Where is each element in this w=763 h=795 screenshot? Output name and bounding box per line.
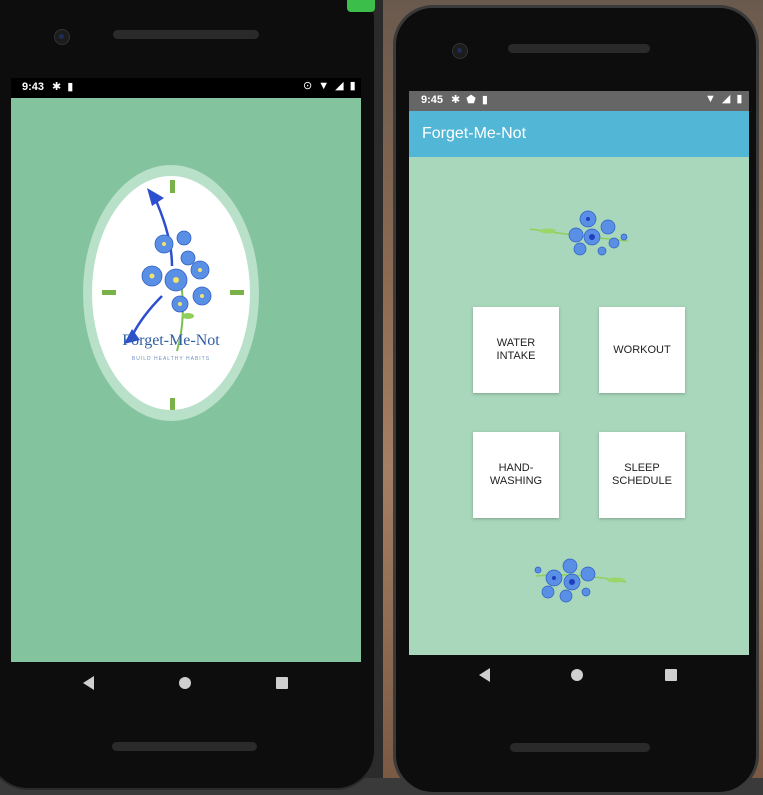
bottom-speaker (112, 742, 257, 751)
status-bar-left: 9:45 ✱ ⬟ ▮ (421, 94, 488, 106)
bottom-speaker (510, 743, 650, 752)
status-time: 9:43 (22, 81, 45, 93)
signal-icon: ◢ (721, 93, 731, 105)
water-intake-button[interactable]: WATER INTAKE (473, 307, 559, 393)
home-icon[interactable] (571, 669, 584, 681)
logo-title: Forget-Me-Not (122, 332, 220, 349)
recent-apps-icon[interactable] (275, 677, 288, 689)
clock-flower-icon (102, 180, 244, 410)
battery-icon: ▮ (349, 80, 356, 92)
recent-apps-icon[interactable] (665, 669, 678, 681)
sd-card-icon: ▮ (67, 80, 74, 93)
logo-subtitle: BUILD HEALTHY HABITS (131, 356, 211, 362)
emulator-indicator (347, 0, 375, 12)
nav-bar (438, 665, 718, 685)
hand-washing-button[interactable]: HAND-WASHING (473, 432, 559, 518)
home-icon[interactable] (178, 677, 191, 689)
front-camera (452, 43, 468, 59)
wifi-icon: ▼ (318, 80, 330, 92)
app-title: Forget-Me-Not (422, 125, 527, 142)
status-bar-right: ⊙ ▼ ◢ ▮ (295, 81, 356, 92)
location-icon: ⊙ (303, 80, 313, 92)
nav-bar (40, 672, 330, 694)
front-camera (54, 29, 70, 45)
earpiece-speaker (508, 44, 650, 53)
flower-decoration-top (529, 210, 629, 256)
back-icon[interactable] (478, 668, 490, 682)
gear-icon: ✱ (52, 80, 62, 93)
gear-icon: ✱ (451, 93, 461, 106)
status-bar-left: 9:43 ✱ ▮ (22, 81, 73, 93)
battery-icon: ▮ (736, 93, 743, 105)
flower-decoration-bottom (534, 558, 627, 603)
app-logo: Forget-Me-Not BUILD HEALTHY HABITS (92, 176, 250, 410)
status-bar-right: ▼ ◢ ▮ (697, 94, 742, 105)
wifi-icon: ▼ (705, 93, 716, 105)
sd-card-icon: ▮ (481, 93, 488, 106)
sleep-schedule-button[interactable]: SLEEP SCHEDULE (599, 432, 685, 518)
status-time: 9:45 (421, 94, 444, 106)
app-bar: Forget-Me-Not (409, 111, 749, 157)
back-icon[interactable] (82, 676, 94, 690)
workout-button[interactable]: WORKOUT (599, 307, 685, 393)
shield-icon: ⬟ (466, 93, 476, 106)
earpiece-speaker (113, 30, 259, 39)
signal-icon: ◢ (335, 80, 344, 92)
